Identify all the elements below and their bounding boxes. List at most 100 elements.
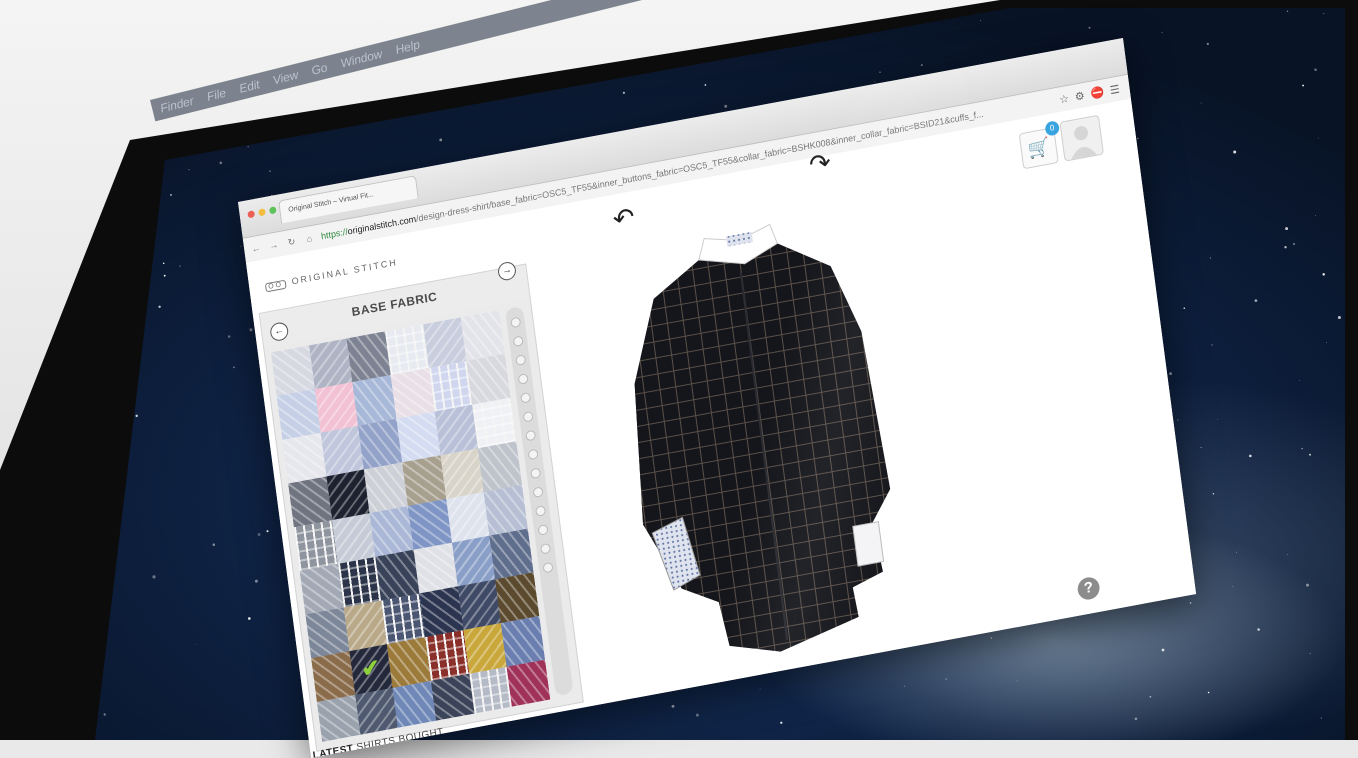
scroll-dot[interactable] — [527, 448, 539, 461]
fabric-swatch[interactable] — [276, 389, 321, 440]
star — [704, 84, 707, 86]
fabric-swatch[interactable] — [461, 310, 505, 361]
scroll-dot[interactable] — [534, 505, 547, 517]
star — [1257, 628, 1260, 631]
fabric-swatch[interactable] — [413, 542, 458, 594]
fabric-swatch[interactable] — [390, 368, 435, 419]
home-icon[interactable]: ⌂ — [303, 233, 316, 245]
fabric-swatch[interactable] — [288, 476, 332, 528]
fabric-swatch[interactable] — [270, 345, 315, 397]
window-controls[interactable] — [247, 206, 277, 219]
fabric-swatch[interactable] — [501, 616, 546, 667]
fabric-swatch[interactable] — [422, 317, 467, 369]
scroll-dot[interactable] — [539, 542, 552, 555]
fabric-swatch[interactable] — [472, 397, 517, 449]
fabric-swatch[interactable] — [293, 520, 338, 571]
fabric-swatch[interactable] — [489, 528, 534, 580]
fabric-swatch[interactable] — [445, 492, 490, 543]
fabric-swatch[interactable] — [311, 651, 355, 702]
scroll-dot[interactable] — [517, 373, 529, 385]
fabric-swatch[interactable] — [407, 499, 452, 550]
rotate-right-icon[interactable]: ↷ — [807, 146, 832, 181]
fabric-swatch[interactable] — [428, 360, 473, 412]
shirt-preview[interactable] — [576, 182, 961, 699]
fabric-swatch[interactable] — [451, 535, 496, 587]
fabric-swatch[interactable] — [352, 375, 397, 426]
menubar-item[interactable]: Finder — [159, 94, 195, 116]
fabric-swatch[interactable] — [354, 687, 399, 739]
fabric-swatch[interactable] — [507, 659, 551, 711]
scroll-dot[interactable] — [542, 561, 554, 574]
fabric-swatch[interactable] — [320, 425, 365, 477]
fabric-swatch[interactable] — [425, 630, 469, 681]
fabric-swatch[interactable] — [346, 331, 391, 383]
back-arrow-icon[interactable]: ← — [250, 242, 263, 255]
fabric-swatch[interactable] — [282, 432, 327, 484]
fabric-swatch[interactable] — [384, 324, 429, 376]
reload-icon[interactable]: ↻ — [285, 235, 298, 248]
scroll-dot[interactable] — [515, 354, 527, 367]
fabric-swatch[interactable]: ✔ — [349, 644, 393, 695]
fabric-swatch[interactable] — [314, 382, 359, 433]
fabric-swatch[interactable] — [337, 556, 382, 608]
minimize-icon[interactable] — [258, 208, 266, 217]
star — [1134, 717, 1138, 721]
scroll-dot[interactable] — [522, 410, 534, 423]
maximize-icon[interactable] — [268, 206, 277, 215]
scroll-dot[interactable] — [510, 316, 522, 329]
fabric-swatch[interactable] — [331, 513, 376, 564]
user-avatar[interactable] — [1059, 114, 1105, 162]
star — [1286, 10, 1289, 13]
fabric-swatch[interactable] — [402, 455, 446, 507]
fabric-swatch[interactable] — [387, 637, 431, 688]
fabric-swatch[interactable] — [484, 484, 528, 536]
menubar-item[interactable]: View — [271, 68, 299, 88]
stop-icon[interactable]: ⛔ — [1090, 85, 1105, 100]
fabric-swatch[interactable] — [457, 579, 502, 631]
fabric-swatch[interactable] — [364, 462, 408, 514]
menubar-item[interactable]: File — [205, 86, 227, 104]
gear-icon[interactable]: ⚙ — [1074, 88, 1085, 103]
close-icon[interactable] — [247, 210, 256, 219]
scroll-dot[interactable] — [520, 391, 532, 404]
menubar-item[interactable]: Go — [310, 60, 329, 77]
fabric-swatch[interactable] — [305, 607, 350, 659]
fabric-swatch[interactable] — [440, 448, 485, 500]
fabric-swatch[interactable] — [478, 441, 523, 493]
fabric-swatch[interactable] — [369, 506, 414, 557]
fabric-swatch[interactable] — [375, 549, 420, 601]
scroll-dot[interactable] — [512, 335, 524, 348]
help-button[interactable]: ? — [1076, 575, 1101, 602]
star-icon[interactable]: ☆ — [1058, 91, 1069, 106]
scroll-dot[interactable] — [525, 429, 537, 442]
star — [188, 169, 190, 171]
fabric-swatch[interactable] — [396, 411, 441, 463]
scroll-dot[interactable] — [530, 467, 542, 480]
fabric-swatch[interactable] — [358, 418, 403, 470]
star — [759, 688, 761, 690]
menubar-item[interactable]: Edit — [238, 77, 261, 96]
star — [1326, 342, 1327, 343]
fabric-swatch[interactable] — [299, 563, 344, 615]
menubar-item[interactable]: Help — [394, 37, 421, 57]
fabric-swatch[interactable] — [392, 680, 437, 732]
fabric-swatch[interactable] — [466, 353, 511, 405]
forward-arrow-icon[interactable]: → — [267, 239, 280, 251]
fabric-swatch[interactable] — [434, 404, 479, 456]
fabric-swatch[interactable] — [343, 600, 388, 652]
site-logo[interactable]: OO ORIGINAL STITCH — [264, 257, 398, 293]
fabric-swatch[interactable] — [381, 593, 426, 645]
fabric-swatch[interactable] — [430, 673, 475, 725]
fabric-swatch[interactable] — [468, 666, 513, 718]
scroll-dot[interactable] — [537, 524, 549, 536]
cart-button[interactable]: 🛒 0 — [1018, 120, 1061, 170]
menu-icon[interactable]: ☰ — [1109, 82, 1120, 97]
star — [158, 305, 161, 308]
fabric-swatch[interactable] — [316, 694, 361, 742]
fabric-swatch[interactable] — [463, 623, 508, 674]
scroll-dot[interactable] — [532, 486, 544, 499]
fabric-swatch[interactable] — [326, 469, 370, 521]
fabric-swatch[interactable] — [419, 586, 464, 638]
fabric-swatch[interactable] — [495, 572, 540, 624]
fabric-swatch[interactable] — [308, 338, 353, 390]
